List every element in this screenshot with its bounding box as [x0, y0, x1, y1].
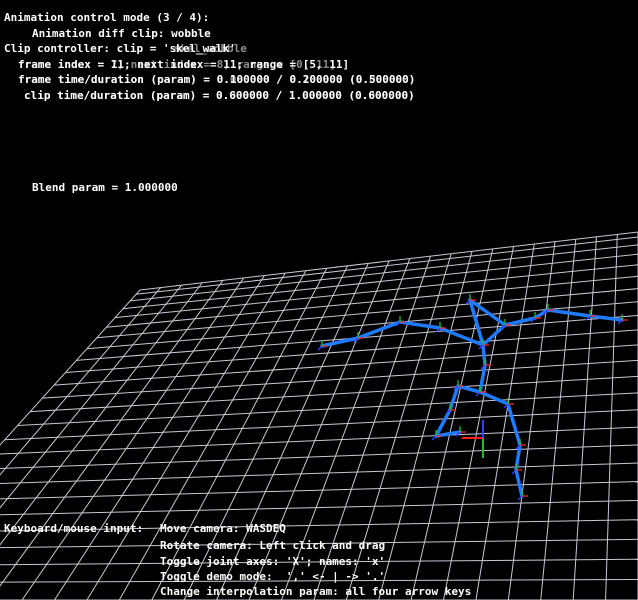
control-move-camera: Move camera: WASDEQ [160, 522, 286, 535]
frame-time-overlay: frame time/duration (param) = 0.000000 /… [18, 73, 416, 86]
grid-line [0, 481, 638, 500]
control-rotate-camera: Rotate camera: Left click and drag [160, 539, 386, 552]
skeleton-bone [514, 468, 524, 498]
frame-index-overlay: frame index = 7; next index = 8; range =… [18, 58, 336, 71]
grid-line [0, 462, 638, 484]
skeleton-bone [438, 326, 485, 347]
grid-line [507, 241, 556, 600]
joint-axis [431, 435, 437, 441]
grid-line [475, 244, 535, 600]
grid-line [0, 280, 224, 587]
grid-line [0, 282, 203, 546]
skeleton-bone [506, 402, 522, 447]
control-toggle-demo: Toggle demo mode: ',' <- | -> '.' [160, 570, 386, 583]
controls-header: Keyboard/mouse input: [4, 522, 144, 535]
grid-line [572, 236, 597, 600]
grid-line [443, 246, 514, 600]
control-toggle-axes: Toggle joint axes: 'X'; names: 'x' [160, 555, 386, 568]
grid-line [0, 499, 638, 516]
mode-line: Animation control mode (3 / 4): [4, 11, 210, 24]
skeleton-bone [478, 363, 487, 394]
skeleton-bone [478, 390, 510, 406]
blend-param-line: Blend param = 1.000000 [32, 181, 178, 194]
render-viewport[interactable]: Animation control mode (3 / 4): Animatio… [0, 0, 638, 600]
skeleton-bone [434, 408, 452, 438]
diff-clip-line: Animation diff clip: wobble [32, 27, 211, 40]
grid-line [540, 239, 577, 600]
skeleton-bone [356, 320, 402, 340]
control-interp-param: Change interpolation param: all four arr… [160, 585, 472, 598]
grid-line [605, 234, 618, 600]
clip-controller-overlay: skel_wobble [174, 42, 247, 55]
skeleton-bone [456, 384, 482, 394]
grid-line [410, 248, 494, 600]
joint-axis [317, 345, 323, 351]
clip-time-overlay: clip time/duration (param) = 0.000000 / … [24, 89, 415, 102]
